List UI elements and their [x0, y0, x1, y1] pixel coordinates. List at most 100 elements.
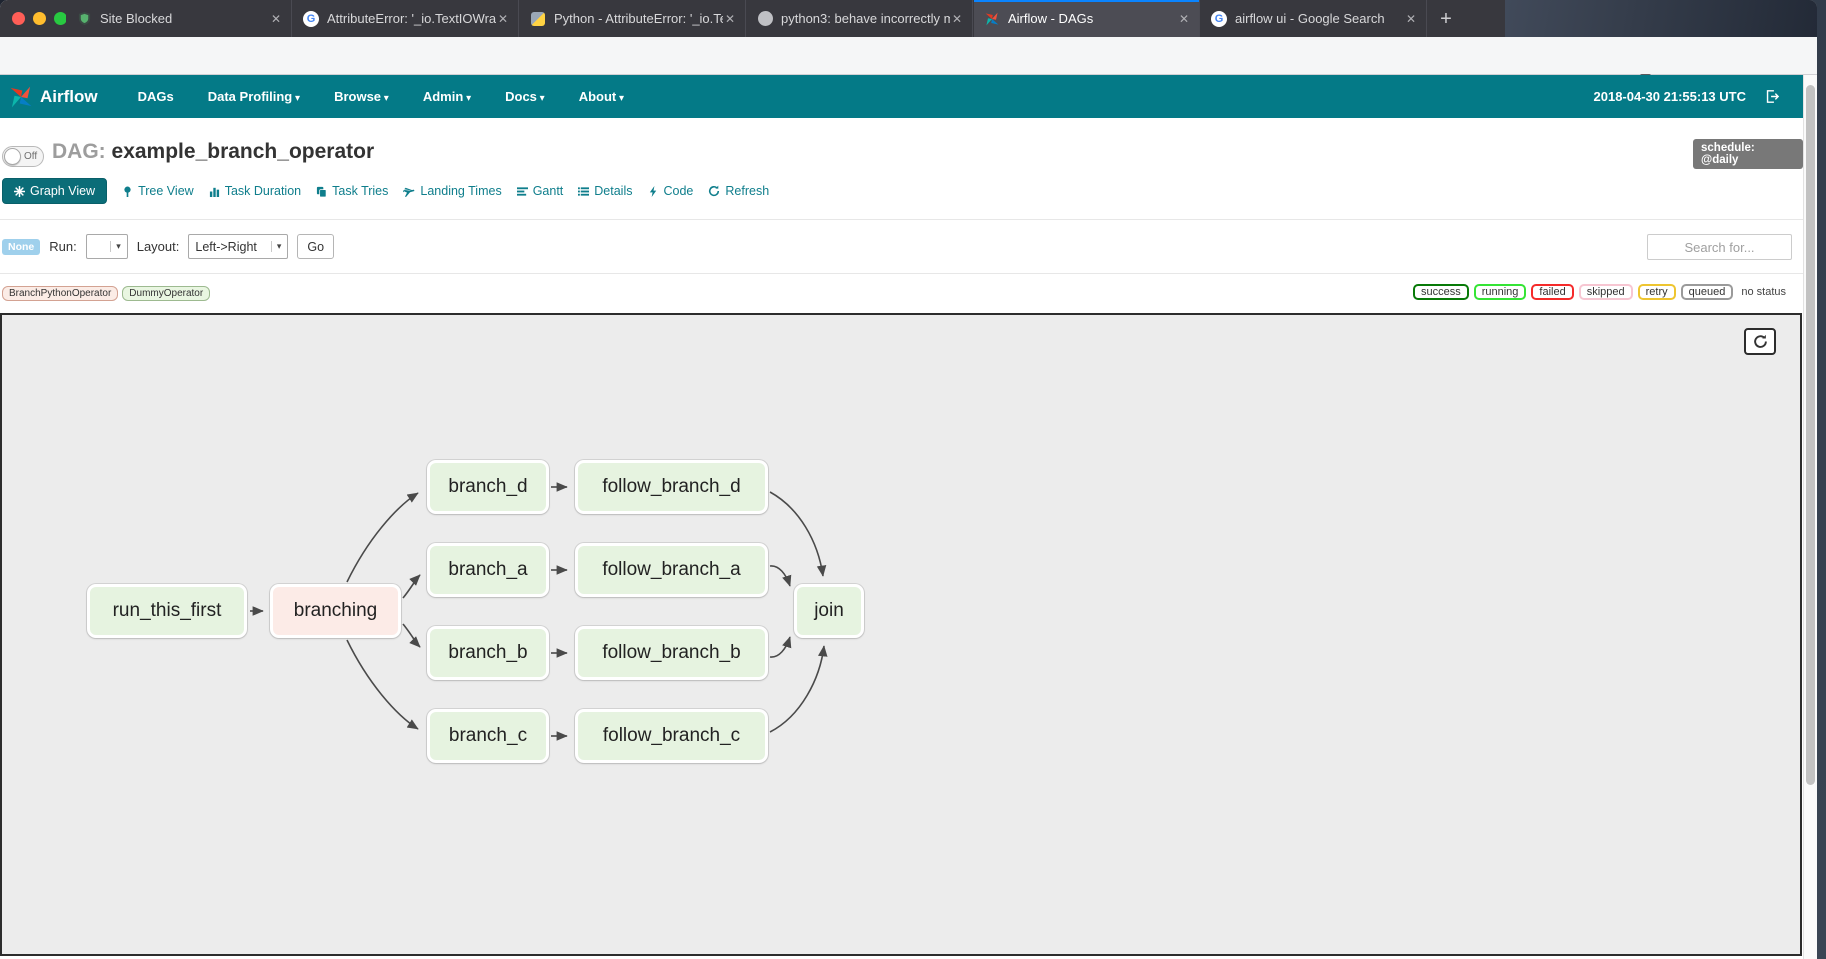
- nav-item-browse[interactable]: Browse: [334, 89, 389, 104]
- tab-bar: Site Blocked ✕ G AttributeError: '_io.Te…: [0, 0, 1817, 37]
- task-node-branch_a[interactable]: branch_a: [427, 543, 549, 597]
- view-label: Refresh: [725, 184, 769, 198]
- tab-close-icon[interactable]: ✕: [1404, 12, 1418, 26]
- divider: [0, 273, 1803, 274]
- view-label: Graph View: [30, 184, 95, 198]
- tab-airflow-dags[interactable]: Airflow - DAGs ✕: [974, 0, 1200, 37]
- scrollbar-thumb[interactable]: [1806, 85, 1815, 785]
- tab-gantt[interactable]: Gantt: [517, 184, 564, 198]
- tab-close-icon[interactable]: ✕: [496, 12, 510, 26]
- utc-timestamp: 2018-04-30 21:55:13 UTC: [1594, 89, 1746, 104]
- task-node-follow_branch_c[interactable]: follow_branch_c: [575, 709, 768, 763]
- task-search-input[interactable]: [1647, 234, 1792, 260]
- airflow-brand[interactable]: Airflow: [8, 84, 98, 110]
- tab-graph-view[interactable]: Graph View: [2, 178, 107, 204]
- view-label: Task Duration: [225, 184, 301, 198]
- nav-item-data-profiling[interactable]: Data Profiling: [208, 89, 300, 104]
- schedule-badge: schedule: @daily: [1693, 139, 1803, 169]
- shield-blocked-icon: [76, 11, 92, 27]
- dag-name: example_branch_operator: [112, 140, 375, 163]
- graph-refresh-button[interactable]: [1744, 328, 1776, 355]
- minimize-window-button[interactable]: [33, 12, 46, 25]
- tab-title: Airflow - DAGs: [1008, 11, 1177, 26]
- chevron-down-icon: ▾: [271, 241, 282, 252]
- layout-select[interactable]: Left->Right ▾: [188, 234, 288, 259]
- dag-pause-toggle[interactable]: Off: [2, 146, 44, 167]
- page-title: DAG: example_branch_operator: [52, 140, 374, 164]
- dag-graph-canvas[interactable]: run_this_first branching branch_d follow…: [0, 313, 1802, 956]
- tab-python-attributeerror[interactable]: Python - AttributeError: '_io.Te ✕: [520, 0, 746, 37]
- view-label: Code: [664, 184, 694, 198]
- view-label: Tree View: [138, 184, 194, 198]
- nav-item-docs[interactable]: Docs: [505, 89, 545, 104]
- task-node-follow_branch_a[interactable]: follow_branch_a: [575, 543, 768, 597]
- toggle-label: Off: [24, 151, 37, 162]
- chevron-down-icon: ▾: [110, 241, 121, 252]
- desktop-wallpaper: [1505, 0, 1817, 37]
- nav-item-admin[interactable]: Admin: [423, 89, 471, 104]
- run-select[interactable]: ▾: [86, 234, 128, 259]
- python-icon: [530, 11, 546, 27]
- legend-status-skipped: skipped: [1579, 284, 1633, 300]
- tab-task-duration[interactable]: Task Duration: [209, 184, 301, 198]
- toggle-knob: [4, 148, 21, 165]
- browser-toolbar: i localhost:8080/admin/airflow/graph?exe…: [0, 37, 1817, 75]
- airflow-pinwheel-icon: [984, 11, 1000, 27]
- go-button[interactable]: Go: [297, 234, 334, 259]
- tab-airflow-ui-search[interactable]: G airflow ui - Google Search ✕: [1201, 0, 1427, 37]
- run-state-badge: None: [2, 239, 40, 255]
- github-icon: [757, 11, 773, 27]
- legend-status-failed: failed: [1531, 284, 1573, 300]
- task-node-follow_branch_d[interactable]: follow_branch_d: [575, 460, 768, 514]
- divider: [0, 219, 1803, 220]
- layout-label: Layout:: [137, 239, 180, 254]
- tab-close-icon[interactable]: ✕: [723, 12, 737, 26]
- layout-value: Left->Right: [195, 240, 257, 254]
- task-node-follow_branch_b[interactable]: follow_branch_b: [575, 626, 768, 680]
- tab-close-icon[interactable]: ✕: [269, 12, 283, 26]
- view-label: Gantt: [533, 184, 564, 198]
- page-scrollbar[interactable]: [1803, 75, 1817, 959]
- brand-label: Airflow: [40, 87, 98, 107]
- nav-item-about[interactable]: About: [579, 89, 624, 104]
- close-window-button[interactable]: [12, 12, 25, 25]
- task-node-run_this_first[interactable]: run_this_first: [87, 584, 247, 638]
- tab-title: airflow ui - Google Search: [1235, 11, 1404, 26]
- task-node-join[interactable]: join: [794, 584, 864, 638]
- tab-details[interactable]: Details: [578, 184, 632, 198]
- tab-title: python3: behave incorrectly mo: [781, 11, 950, 26]
- refresh-link[interactable]: Refresh: [708, 184, 769, 198]
- nav-item-dags[interactable]: DAGs: [138, 89, 174, 104]
- airflow-navbar: Airflow DAGs Data Profiling Browse Admin…: [0, 75, 1803, 118]
- tab-title: Python - AttributeError: '_io.Te: [554, 11, 723, 26]
- new-tab-button[interactable]: +: [1432, 5, 1460, 33]
- browser-window: Site Blocked ✕ G AttributeError: '_io.Te…: [0, 0, 1817, 959]
- logout-icon[interactable]: [1764, 88, 1781, 105]
- run-label: Run:: [49, 239, 76, 254]
- airflow-logo-icon: [8, 84, 34, 110]
- dag-prefix: DAG:: [52, 140, 106, 163]
- tab-close-icon[interactable]: ✕: [1177, 12, 1191, 26]
- tab-attributeerror-search[interactable]: G AttributeError: '_io.TextIOWrapp ✕: [293, 0, 519, 37]
- legend-status-queued: queued: [1681, 284, 1734, 300]
- tab-landing-times[interactable]: Landing Times: [403, 184, 501, 198]
- tab-github-issue[interactable]: python3: behave incorrectly mo ✕: [747, 0, 973, 37]
- tab-code[interactable]: Code: [648, 184, 694, 198]
- view-label: Landing Times: [420, 184, 501, 198]
- tab-title: Site Blocked: [100, 11, 269, 26]
- legend-status-retry: retry: [1638, 284, 1676, 300]
- legend-dummyoperator: DummyOperator: [122, 286, 210, 301]
- task-node-branch_c[interactable]: branch_c: [427, 709, 549, 763]
- task-node-branching[interactable]: branching: [270, 584, 401, 638]
- tab-title: AttributeError: '_io.TextIOWrapp: [327, 11, 496, 26]
- view-label: Details: [594, 184, 632, 198]
- tab-tree-view[interactable]: Tree View: [122, 184, 194, 198]
- google-icon: G: [303, 11, 319, 27]
- legend-status-running: running: [1474, 284, 1527, 300]
- tab-task-tries[interactable]: Task Tries: [316, 184, 388, 198]
- tab-close-icon[interactable]: ✕: [950, 12, 964, 26]
- tab-site-blocked[interactable]: Site Blocked ✕: [66, 0, 292, 37]
- task-node-branch_b[interactable]: branch_b: [427, 626, 549, 680]
- legend-status-success: success: [1413, 284, 1469, 300]
- task-node-branch_d[interactable]: branch_d: [427, 460, 549, 514]
